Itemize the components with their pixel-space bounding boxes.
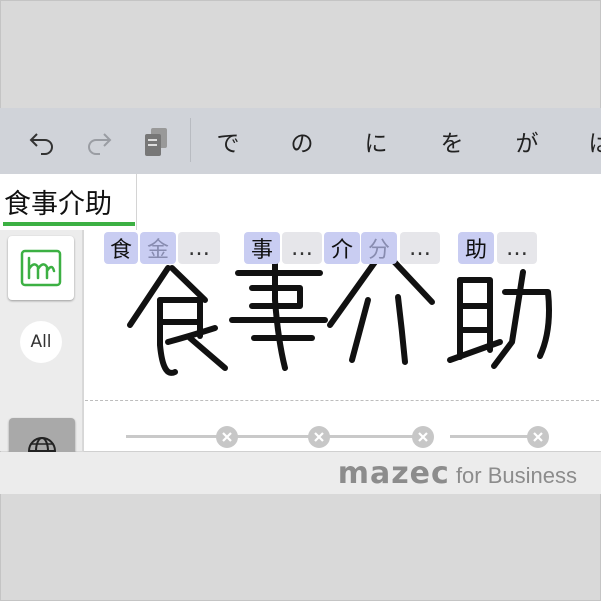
close-icon bbox=[418, 432, 428, 442]
close-icon bbox=[533, 432, 543, 442]
delete-segment-3-button[interactable] bbox=[412, 426, 434, 448]
delete-segment-2-button[interactable] bbox=[308, 426, 330, 448]
recog-more-3[interactable]: … bbox=[400, 232, 440, 264]
recog-alt-1[interactable]: 金 bbox=[140, 232, 176, 264]
delete-segment-4-button[interactable] bbox=[527, 426, 549, 448]
brand-name: mazec bbox=[337, 456, 450, 491]
segment-line-3 bbox=[326, 435, 418, 438]
recog-more-4[interactable]: … bbox=[497, 232, 537, 264]
handwriting-ink bbox=[127, 245, 552, 376]
close-icon bbox=[222, 432, 232, 442]
segment-line-2 bbox=[236, 435, 312, 438]
recog-more-1[interactable]: … bbox=[178, 232, 220, 264]
brand-logo: mazec for Business bbox=[338, 456, 577, 491]
baseline-guide bbox=[85, 400, 599, 401]
recog-char-3[interactable]: 介 bbox=[324, 232, 360, 264]
delete-segment-1-button[interactable] bbox=[216, 426, 238, 448]
recog-alt-3[interactable]: 分 bbox=[361, 232, 397, 264]
recog-char-2[interactable]: 事 bbox=[244, 232, 280, 264]
close-icon bbox=[314, 432, 324, 442]
segment-line-1 bbox=[126, 435, 222, 438]
recog-char-1[interactable]: 食 bbox=[104, 232, 138, 264]
brand-suffix: for Business bbox=[449, 463, 577, 488]
recog-more-2[interactable]: … bbox=[282, 232, 322, 264]
recog-char-4[interactable]: 助 bbox=[458, 232, 494, 264]
segment-line-4 bbox=[450, 435, 534, 438]
